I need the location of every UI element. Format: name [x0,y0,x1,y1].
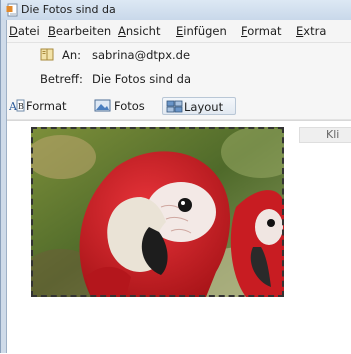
parrot-photo[interactable] [31,127,284,297]
format-label: Format [26,99,67,113]
title-bar[interactable]: Die Fotos sind da [1,0,351,20]
menu-datei[interactable]: Datei [9,24,40,38]
menu-ansicht[interactable]: Ansicht [118,24,160,38]
photos-button[interactable]: Fotos [94,97,160,115]
document-icon [6,3,18,17]
to-row: An: sabrina@dtpx.de [7,43,351,67]
hint-text: Kli [299,127,351,143]
layout-label: Layout [184,100,224,114]
text-format-icon: A B [9,99,25,113]
subject-row: Betreff: Die Fotos sind da [7,67,351,91]
message-window: Die Fotos sind da Datei Bearbeiten Ansic… [0,0,351,354]
svg-text:B: B [18,102,24,111]
message-body[interactable]: Kli [7,120,351,354]
format-toolbar: A B Format Fotos Layout [7,93,351,120]
subject-field[interactable]: Die Fotos sind da [92,72,191,86]
photos-label: Fotos [114,99,145,113]
menu-extra[interactable]: Extra [296,24,326,38]
window-client: Datei Bearbeiten Ansicht Einfügen Format… [6,20,351,354]
to-label: An: [62,48,82,62]
subject-label: Betreff: [40,72,83,86]
format-button[interactable]: A B Format [9,97,89,115]
photo-icon [94,99,111,112]
to-field[interactable]: sabrina@dtpx.de [92,48,190,62]
menu-bar: Datei Bearbeiten Ansicht Einfügen Format… [7,20,351,43]
layout-icon [166,100,183,113]
address-book-icon[interactable] [40,48,54,61]
layout-button[interactable]: Layout [162,97,236,115]
menu-format[interactable]: Format [241,24,282,38]
menu-bearbeiten[interactable]: Bearbeiten [48,24,111,38]
menu-einfuegen[interactable]: Einfügen [176,24,227,38]
window-title: Die Fotos sind da [21,3,116,16]
